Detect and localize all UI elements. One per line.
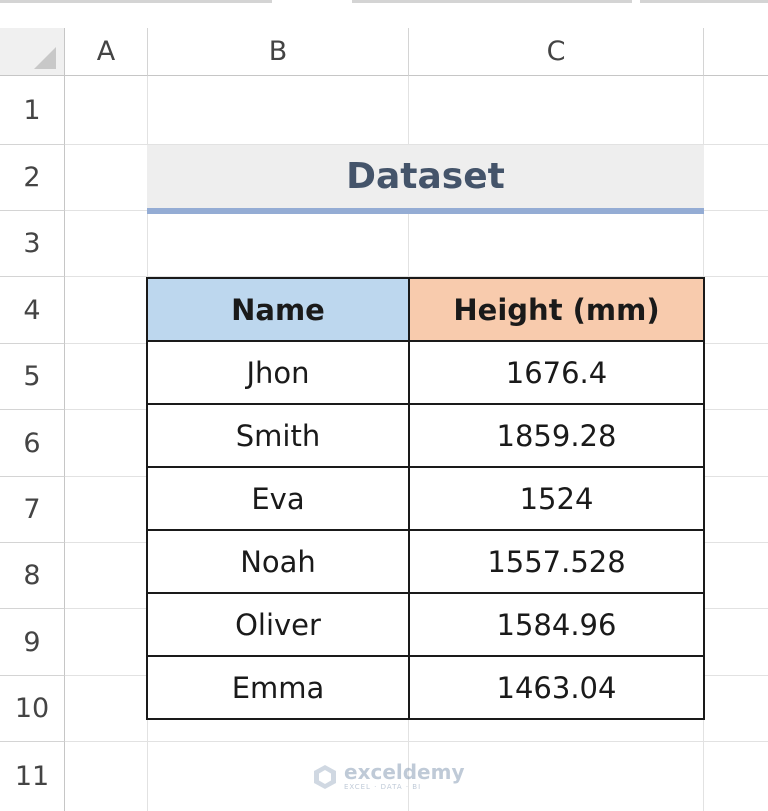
row-header-7[interactable]: 7 xyxy=(0,477,65,543)
row-header-11[interactable]: 11 xyxy=(0,742,65,811)
name-cell[interactable]: Noah xyxy=(146,529,410,594)
watermark-name: exceldemy xyxy=(344,760,465,784)
column-header-c[interactable]: C xyxy=(409,28,704,76)
toolbar-segment xyxy=(0,0,272,3)
select-all-triangle-icon xyxy=(34,47,56,69)
exceldemy-logo-icon xyxy=(314,764,336,789)
table-row: Jhon 1676.4 xyxy=(146,340,705,405)
name-header-cell[interactable]: Name xyxy=(146,277,410,342)
height-cell[interactable]: 1463.04 xyxy=(408,655,705,720)
name-cell[interactable]: Emma xyxy=(146,655,410,720)
name-cell[interactable]: Eva xyxy=(146,466,410,531)
table-row: Smith 1859.28 xyxy=(146,403,705,468)
row-header-8[interactable]: 8 xyxy=(0,543,65,609)
table-row: Eva 1524 xyxy=(146,466,705,531)
row-header-4[interactable]: 4 xyxy=(0,277,65,344)
gridline xyxy=(65,741,768,742)
title-underline xyxy=(147,208,704,214)
column-header-a[interactable]: A xyxy=(65,28,148,76)
watermark-tagline: EXCEL · DATA · BI xyxy=(344,783,422,791)
column-header-d-partial[interactable] xyxy=(704,28,768,76)
toolbar-segment xyxy=(640,0,768,3)
column-header-b[interactable]: B xyxy=(148,28,409,76)
row-header-5[interactable]: 5 xyxy=(0,344,65,410)
height-cell[interactable]: 1584.96 xyxy=(408,592,705,657)
height-header-cell[interactable]: Height (mm) xyxy=(408,277,705,342)
table-row: Emma 1463.04 xyxy=(146,655,705,720)
table-row: Oliver 1584.96 xyxy=(146,592,705,657)
row-header-1[interactable]: 1 xyxy=(0,76,65,145)
name-cell[interactable]: Jhon xyxy=(146,340,410,405)
row-header-3[interactable]: 3 xyxy=(0,211,65,277)
row-header-9[interactable]: 9 xyxy=(0,609,65,676)
row-header-6[interactable]: 6 xyxy=(0,410,65,477)
row-header-10[interactable]: 10 xyxy=(0,676,65,742)
name-cell[interactable]: Smith xyxy=(146,403,410,468)
dataset-table: Name Height (mm) Jhon 1676.4 Smith 1859.… xyxy=(146,277,705,720)
table-header-row: Name Height (mm) xyxy=(146,277,705,342)
exceldemy-watermark: exceldemy EXCEL · DATA · BI xyxy=(312,762,465,791)
toolbar-segment xyxy=(352,0,632,3)
dataset-title-cell[interactable]: Dataset xyxy=(147,145,704,208)
select-all-button[interactable] xyxy=(0,28,65,76)
name-cell[interactable]: Oliver xyxy=(146,592,410,657)
height-cell[interactable]: 1859.28 xyxy=(408,403,705,468)
height-cell[interactable]: 1557.528 xyxy=(408,529,705,594)
height-cell[interactable]: 1524 xyxy=(408,466,705,531)
window-top-strip xyxy=(0,0,768,6)
height-cell[interactable]: 1676.4 xyxy=(408,340,705,405)
row-header-2[interactable]: 2 xyxy=(0,145,65,211)
table-row: Noah 1557.528 xyxy=(146,529,705,594)
